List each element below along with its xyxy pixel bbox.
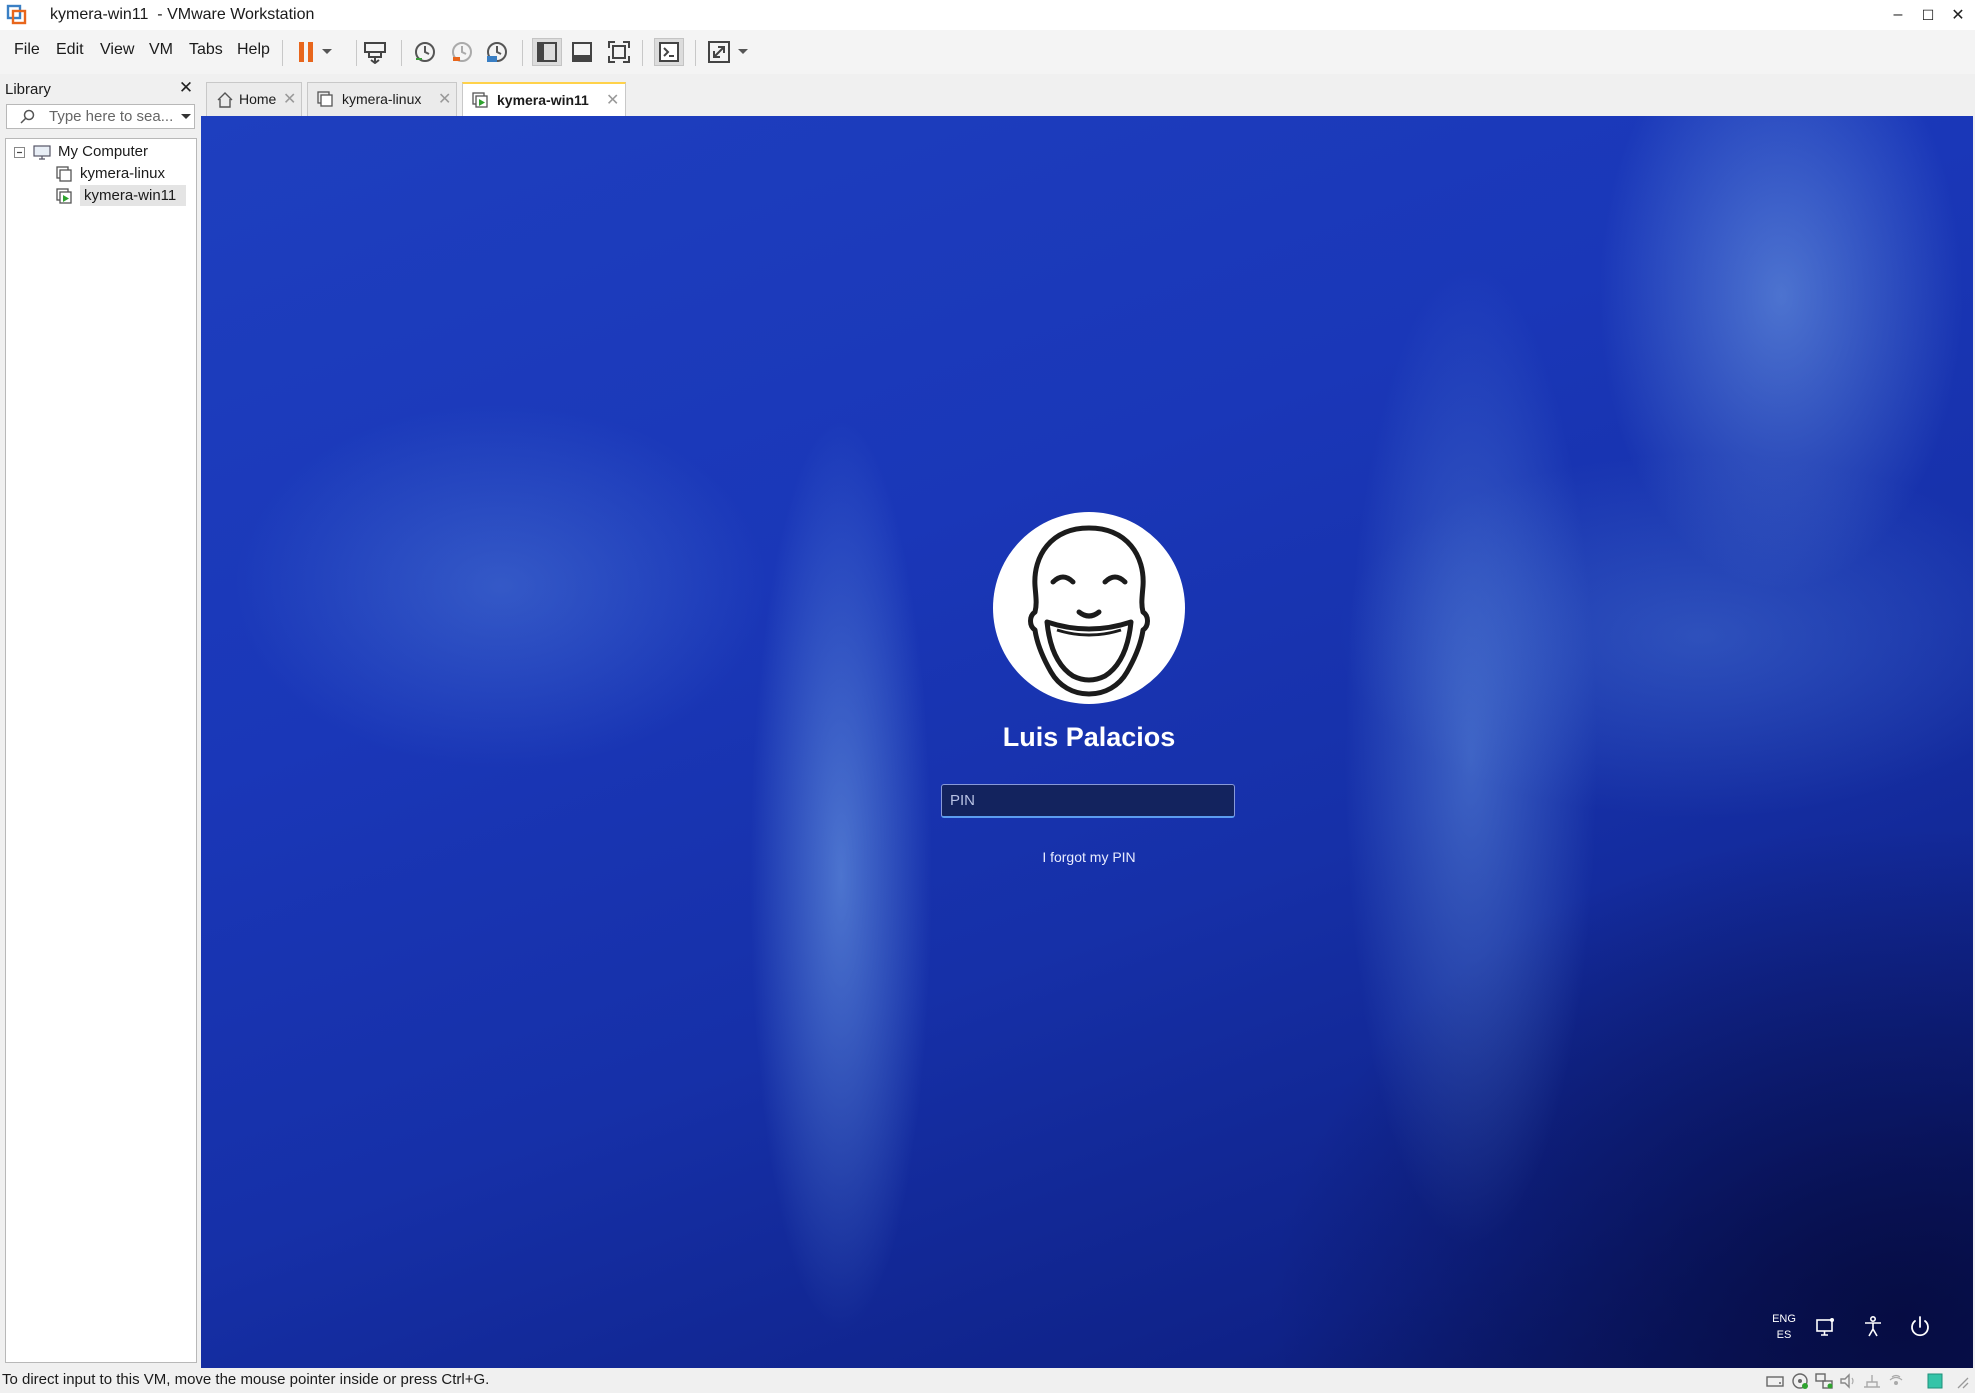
full-screen-icon[interactable] — [604, 38, 634, 66]
tab-close-icon[interactable]: ✕ — [438, 89, 451, 109]
show-library-icon[interactable] — [532, 38, 562, 66]
status-message: To direct input to this VM, move the mou… — [2, 1371, 490, 1388]
network-adapter-icon[interactable] — [1814, 1372, 1834, 1390]
tab-kymera-linux[interactable]: kymera-linux ✕ — [307, 82, 457, 116]
search-icon — [20, 109, 35, 124]
library-search-input[interactable] — [49, 107, 174, 126]
library-panel: Library ✕ My Computer kymera-linux kymer… — [0, 76, 198, 1366]
language-indicator[interactable]: ENG ES — [1764, 1311, 1804, 1343]
tree-item-kymera-win11[interactable]: kymera-win11 — [84, 187, 176, 204]
power-icon[interactable] — [1907, 1314, 1933, 1340]
home-icon — [217, 92, 233, 108]
user-name: Luis Palacios — [1002, 722, 1176, 752]
vm-console-screen[interactable]: Luis Palacios I forgot my PIN ENG ES — [201, 116, 1973, 1368]
vm-icon — [56, 166, 72, 182]
tab-label: Home — [239, 91, 277, 107]
computer-icon — [33, 145, 51, 160]
tab-close-icon[interactable]: ✕ — [283, 89, 296, 109]
hard-disk-icon[interactable] — [1765, 1372, 1785, 1390]
library-search[interactable] — [6, 104, 195, 129]
close-button[interactable]: ✕ — [1943, 0, 1973, 30]
language-line-2: ES — [1776, 1329, 1792, 1341]
status-bar: To direct input to this VM, move the mou… — [0, 1368, 1975, 1393]
library-title: Library — [5, 81, 51, 98]
toolbar-separator — [695, 40, 696, 66]
vm-running-icon — [472, 92, 488, 108]
vm-icon — [317, 91, 333, 107]
tree-item-kymera-linux[interactable]: kymera-linux — [80, 165, 165, 182]
tab-home[interactable]: Home ✕ — [206, 82, 302, 116]
chevron-down-icon[interactable] — [180, 113, 192, 121]
sound-icon[interactable] — [1838, 1372, 1858, 1390]
toolbar-separator — [522, 40, 523, 66]
power-dropdown-icon[interactable] — [317, 38, 337, 66]
snapshot-manager-icon[interactable] — [482, 38, 512, 66]
maximize-button[interactable]: ☐ — [1913, 0, 1943, 30]
title-bar: kymera-win11 - VMware Workstation – ☐ ✕ — [0, 0, 1975, 30]
language-line-1: ENG — [1772, 1313, 1796, 1325]
menu-toolbar: File Edit View VM Tabs Help — [0, 30, 1975, 74]
resize-grip-icon[interactable] — [1950, 1372, 1970, 1390]
library-close-button[interactable]: ✕ — [176, 78, 196, 98]
message-log-icon[interactable] — [1925, 1372, 1945, 1390]
menu-view[interactable]: View — [100, 41, 134, 59]
minimize-button[interactable]: – — [1883, 0, 1913, 30]
tab-kymera-win11[interactable]: kymera-win11 ✕ — [462, 82, 626, 117]
stretch-guest-icon[interactable] — [704, 38, 734, 66]
tab-bar: Home ✕ kymera-linux ✕ kymera-win11 ✕ — [201, 76, 1975, 117]
collapse-icon[interactable] — [14, 147, 25, 158]
vm-running-icon — [56, 188, 72, 204]
revert-snapshot-icon[interactable] — [447, 38, 477, 66]
tree-item-my-computer[interactable]: My Computer — [58, 143, 148, 160]
pin-field[interactable] — [941, 784, 1235, 818]
toolbar-separator — [401, 40, 402, 66]
tab-close-icon[interactable]: ✕ — [606, 90, 619, 110]
user-avatar — [993, 512, 1185, 704]
tab-label: kymera-win11 — [497, 92, 589, 108]
menu-tabs[interactable]: Tabs — [189, 41, 223, 59]
window-title: kymera-win11 - VMware Workstation — [50, 6, 315, 23]
vmware-app-icon[interactable] — [6, 4, 28, 26]
usb-icon[interactable] — [1862, 1372, 1882, 1390]
toolbar-separator — [642, 40, 643, 66]
menu-edit[interactable]: Edit — [56, 41, 84, 59]
menu-vm[interactable]: VM — [149, 41, 173, 59]
library-tree: My Computer kymera-linux kymera-win11 — [5, 138, 197, 1363]
cd-dvd-icon[interactable] — [1790, 1372, 1810, 1390]
pin-input[interactable] — [942, 785, 1234, 816]
menu-help[interactable]: Help — [237, 41, 270, 59]
accessibility-icon[interactable] — [1860, 1314, 1886, 1340]
printer-icon[interactable] — [1886, 1372, 1906, 1390]
toolbar-separator — [282, 40, 283, 66]
show-thumbnail-bar-icon[interactable] — [567, 38, 597, 66]
console-view-icon[interactable] — [654, 38, 684, 66]
smiley-face-icon — [1028, 525, 1150, 697]
network-icon[interactable] — [1812, 1314, 1838, 1340]
toolbar-separator — [356, 40, 357, 66]
stretch-dropdown-icon[interactable] — [733, 38, 753, 66]
forgot-pin-link[interactable]: I forgot my PIN — [901, 849, 1277, 865]
menu-file[interactable]: File — [14, 41, 40, 59]
send-ctrl-alt-del-icon[interactable] — [360, 38, 390, 66]
take-snapshot-icon[interactable] — [410, 38, 440, 66]
tab-label: kymera-linux — [342, 91, 422, 107]
